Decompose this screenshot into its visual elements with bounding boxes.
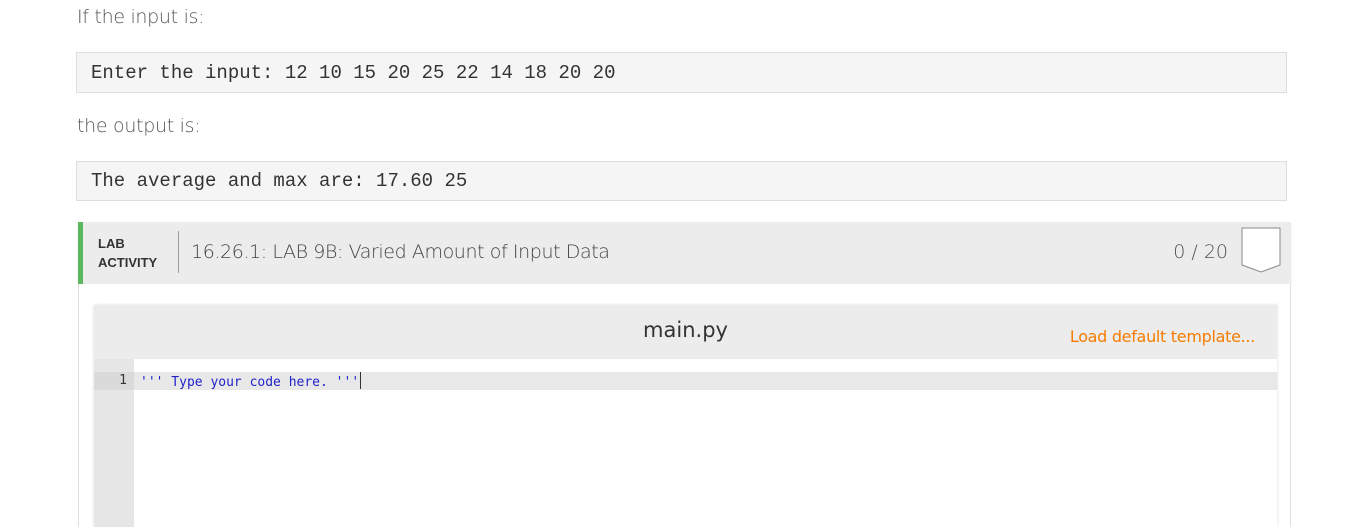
page: If the input is: Enter the input: 12 10 …	[0, 0, 1370, 527]
code-editor: main.py Load default template... 1 ''' T…	[94, 305, 1277, 527]
example-input-text: Enter the input: 12 10 15 20 25 22 14 18…	[91, 61, 616, 84]
lab-tag-line1: LAB	[98, 236, 125, 251]
line-number-gutter: 1	[94, 359, 134, 527]
gutter-active-line	[94, 372, 134, 390]
example-input-block: Enter the input: 12 10 15 20 25 22 14 18…	[76, 52, 1287, 93]
lab-activity-header: LAB ACTIVITY 16.26.1: LAB 9B: Varied Amo…	[78, 222, 1291, 284]
example-output-block: The average and max are: 17.60 25	[76, 161, 1287, 201]
lab-header-divider	[178, 231, 179, 273]
input-intro-text: If the input is:	[77, 6, 205, 28]
lab-activity-tag: LAB ACTIVITY	[98, 234, 157, 272]
editor-header: main.py Load default template...	[94, 305, 1277, 359]
lab-tag-line2: ACTIVITY	[98, 255, 158, 270]
output-intro-text: the output is:	[77, 115, 201, 137]
lab-score: 0 / 20	[1173, 241, 1228, 263]
example-output-text: The average and max are: 17.60 25	[91, 170, 468, 192]
code-line-text: ''' Type your code here. '''	[140, 375, 360, 390]
lab-title: 16.26.1: LAB 9B: Varied Amount of Input …	[191, 241, 610, 263]
load-default-template-link[interactable]: Load default template...	[1070, 327, 1255, 346]
code-input-area[interactable]: ''' Type your code here. '''	[134, 359, 1277, 527]
line-number: 1	[119, 373, 127, 388]
lab-activity-body: main.py Load default template... 1 ''' T…	[78, 284, 1291, 527]
score-badge-icon	[1241, 227, 1281, 273]
text-cursor	[360, 372, 362, 389]
code-line[interactable]: ''' Type your code here. '''	[140, 372, 362, 392]
